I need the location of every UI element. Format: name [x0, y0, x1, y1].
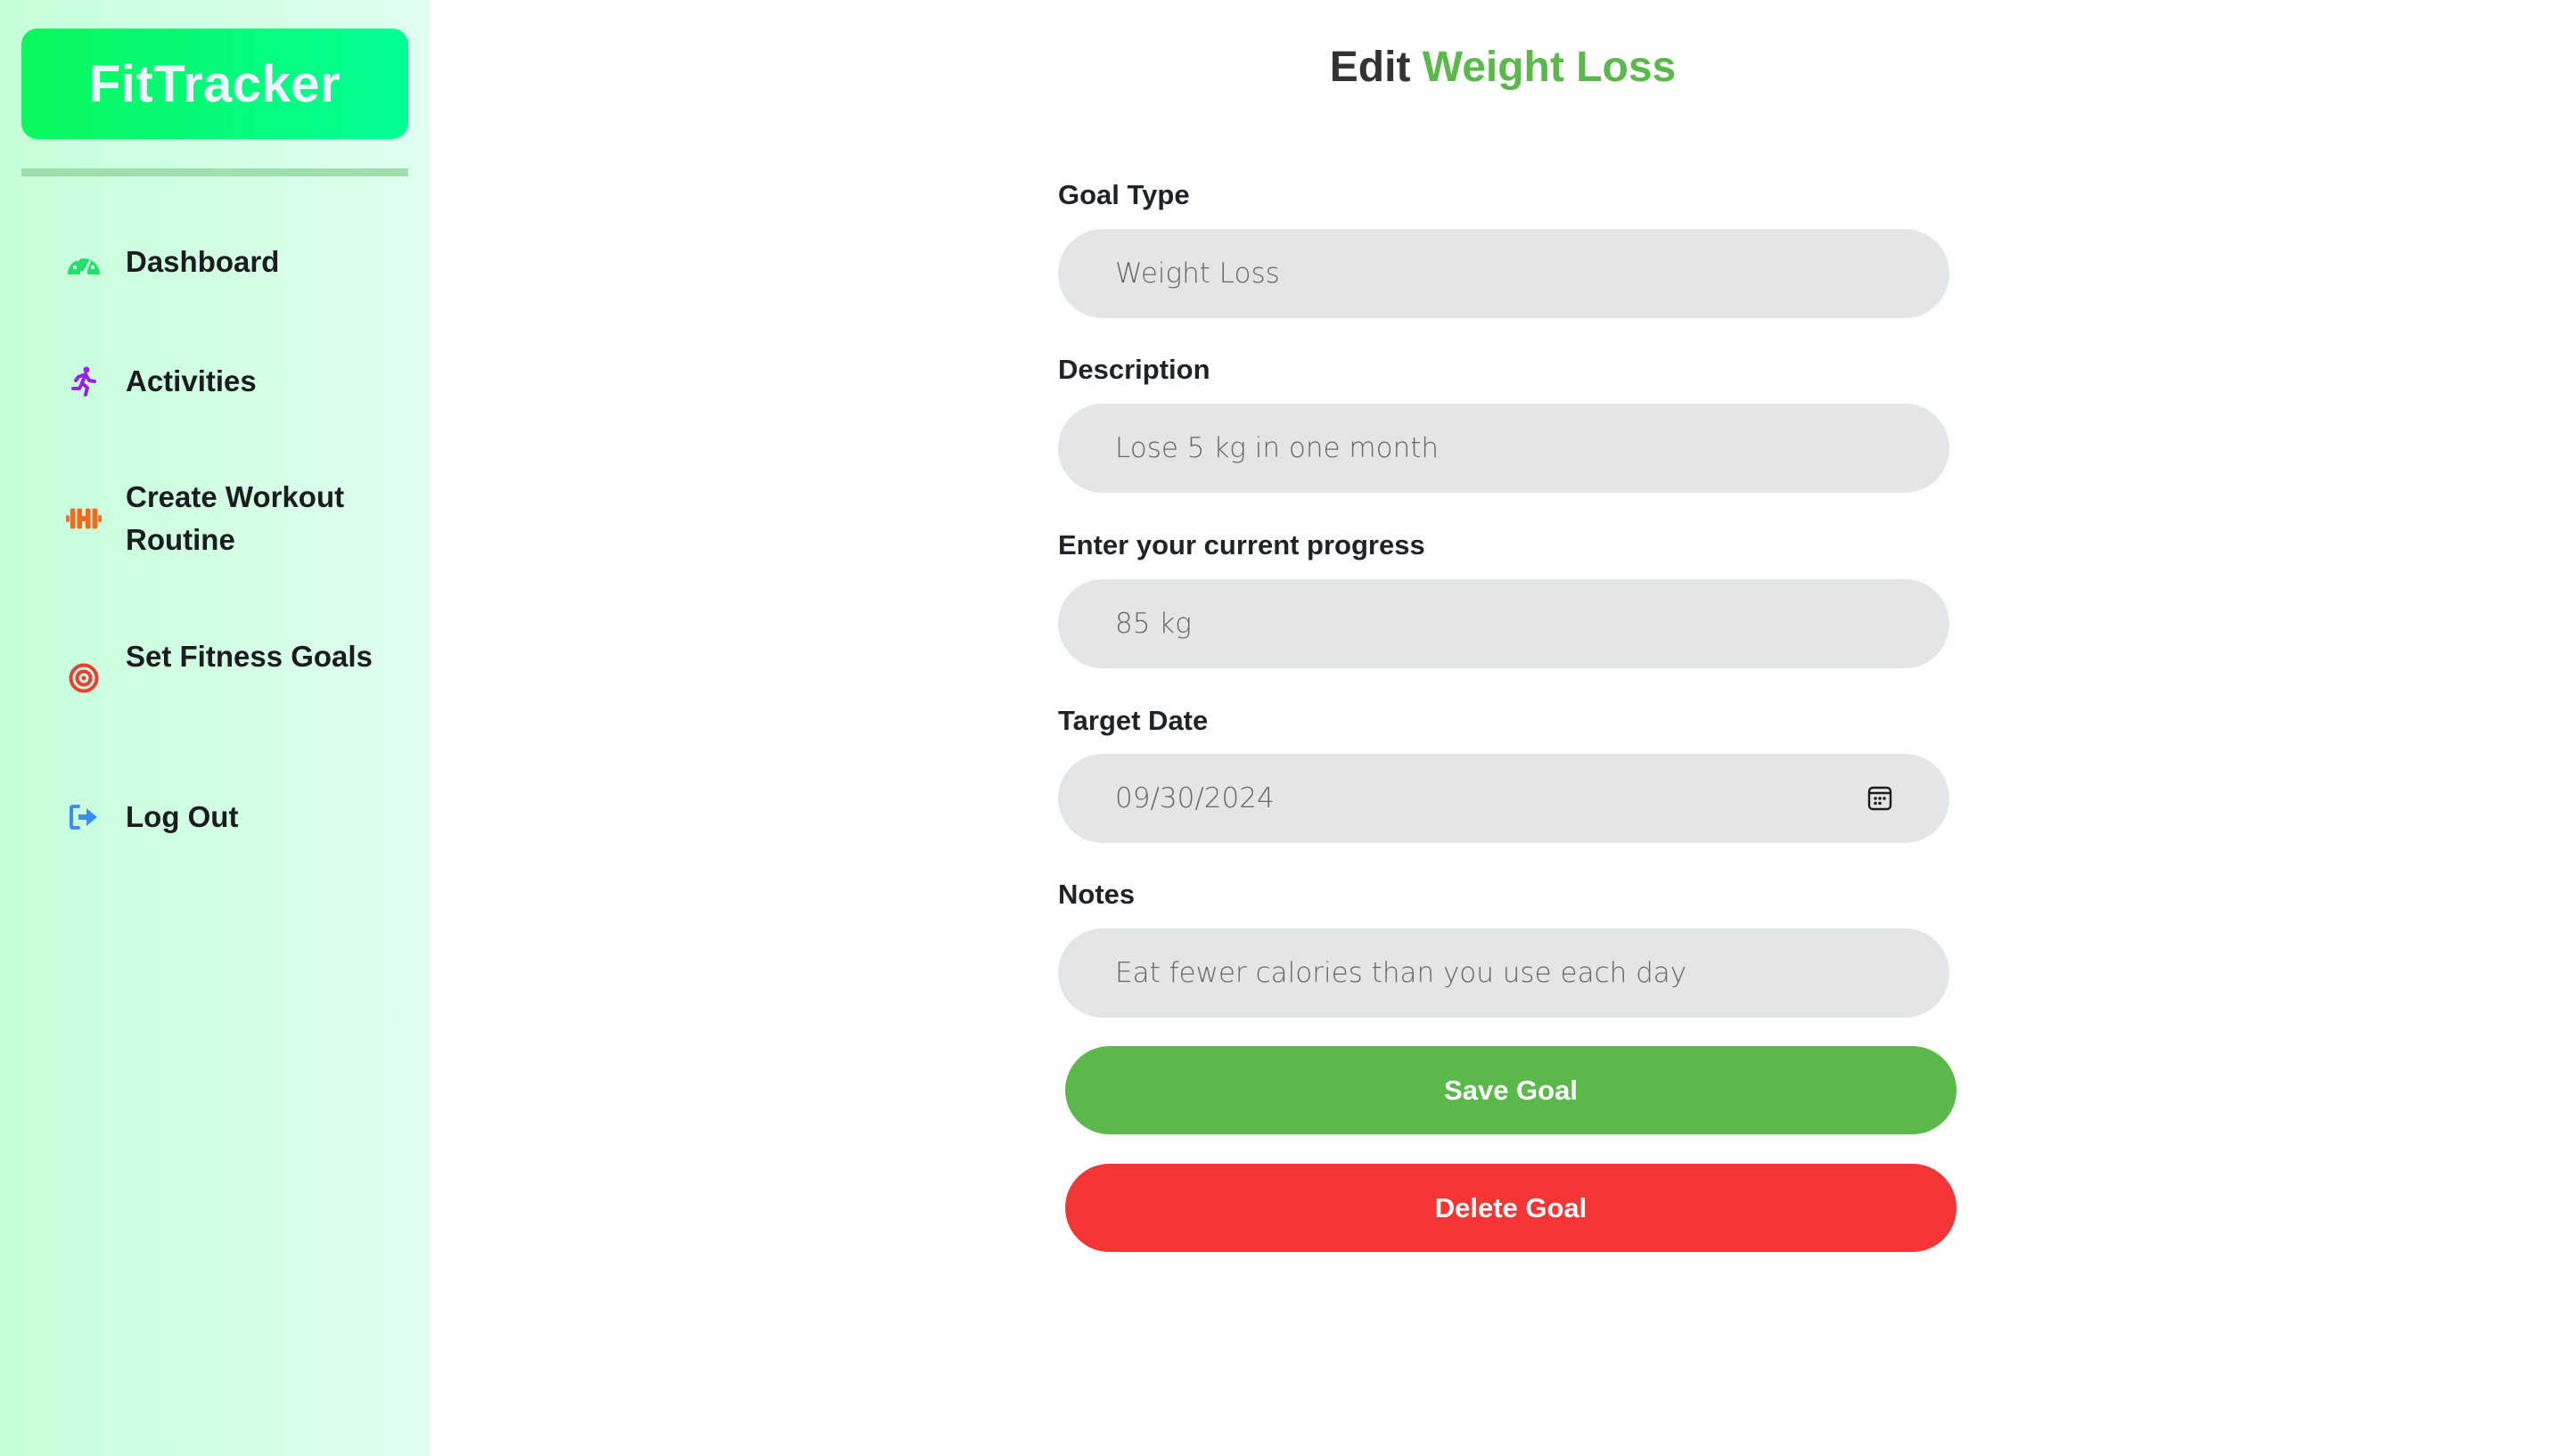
sidebar-divider	[21, 168, 408, 176]
sidebar-item-label: Create Workout Routine	[126, 480, 345, 556]
goal-type-input[interactable]: Weight Loss	[1058, 229, 1949, 318]
description-label: Description	[1058, 354, 1210, 385]
save-goal-button[interactable]: Save Goal	[1065, 1046, 1957, 1134]
description-value: Lose 5 kg in one month	[1115, 432, 1440, 464]
sidebar-item-label: Dashboard	[126, 245, 280, 278]
target-date-input[interactable]: 09/30/2024	[1058, 754, 1949, 843]
notes-input[interactable]: Eat fewer calories than you use each day	[1058, 928, 1949, 1018]
goal-type-label: Goal Type	[1058, 179, 1190, 210]
calendar-icon[interactable]	[1867, 786, 1892, 811]
brand-name: FitTracker	[88, 54, 341, 113]
brand-logo[interactable]: FitTracker	[21, 29, 408, 139]
sidebar-item-label: Log Out	[126, 800, 239, 833]
current-progress-label: Enter your current progress	[1058, 529, 1425, 560]
sidebar-item-create-workout-routine[interactable]: Create Workout Routine	[0, 476, 430, 561]
sidebar: FitTracker Dashboard Activities Create W…	[0, 0, 430, 1456]
sidebar-item-label: Activities	[126, 364, 257, 397]
description-input[interactable]: Lose 5 kg in one month	[1058, 404, 1949, 493]
sidebar-item-set-fitness-goals[interactable]: Set Fitness Goals	[0, 635, 430, 721]
target-date-label: Target Date	[1058, 705, 1209, 736]
page-title-goal: Weight Loss	[1422, 44, 1677, 91]
sidebar-item-activities[interactable]: Activities	[0, 360, 430, 403]
delete-goal-button[interactable]: Delete Goal	[1065, 1164, 1957, 1252]
notes-label: Notes	[1058, 879, 1136, 910]
sidebar-item-log-out[interactable]: Log Out	[0, 796, 430, 838]
running-person-icon	[66, 364, 102, 399]
current-progress-input[interactable]: 85 kg	[1058, 579, 1949, 668]
dumbbell-icon	[66, 501, 102, 536]
target-date-value: 09/30/2024	[1115, 782, 1275, 814]
target-icon	[66, 660, 102, 696]
page-title-prefix: Edit	[1329, 44, 1411, 91]
notes-value: Eat fewer calories than you use each day	[1115, 957, 1687, 989]
dashboard-gauge-icon	[66, 244, 102, 280]
sidebar-item-label: Set Fitness Goals	[126, 640, 373, 673]
page-title: Edit Weight Loss	[430, 41, 2576, 94]
sidebar-item-dashboard[interactable]: Dashboard	[0, 241, 430, 283]
logout-icon	[66, 799, 102, 835]
current-progress-value: 85 kg	[1115, 608, 1192, 640]
goal-type-value: Weight Loss	[1115, 258, 1280, 290]
